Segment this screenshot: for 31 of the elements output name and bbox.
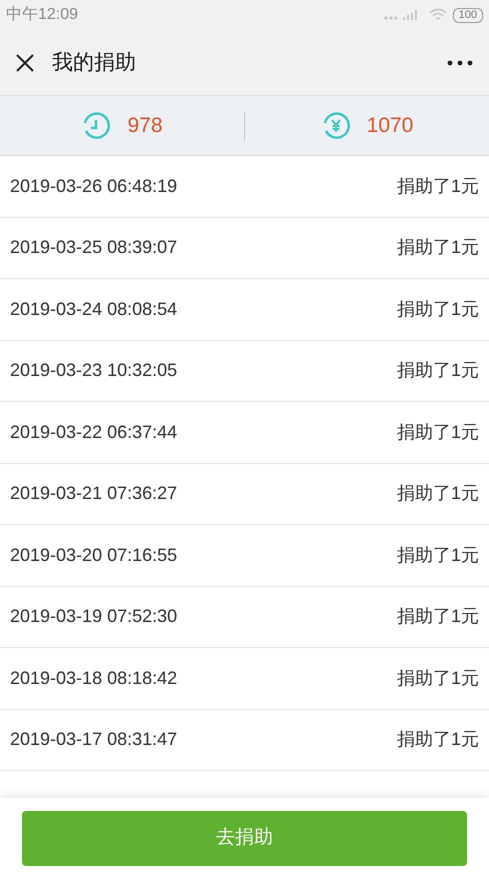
donation-time: 2019-03-19 07:52:30 bbox=[10, 605, 178, 628]
clock-icon bbox=[81, 110, 112, 140]
status-time: 中午12:09 bbox=[6, 4, 78, 25]
donation-amount: 捐助了1元 bbox=[396, 236, 479, 260]
donation-amount: 捐助了1元 bbox=[396, 359, 479, 382]
battery-indicator: 100 bbox=[452, 8, 483, 22]
donation-amount: 捐助了1元 bbox=[396, 666, 479, 690]
more-icon bbox=[447, 60, 473, 66]
donation-time: 2019-03-20 07:16:55 bbox=[10, 544, 178, 567]
donation-time: 2019-03-18 08:18:42 bbox=[10, 666, 178, 690]
donation-amount: 捐助了1元 bbox=[396, 298, 479, 321]
donation-time: 2019-03-24 08:08:54 bbox=[10, 298, 178, 321]
stat-value: 978 bbox=[127, 112, 163, 139]
donation-time: 2019-03-25 08:39:07 bbox=[10, 236, 178, 260]
close-icon bbox=[15, 52, 35, 72]
donation-amount: 捐助了1元 bbox=[396, 174, 479, 198]
wifi-icon bbox=[428, 8, 447, 22]
donation-amount: 捐助了1元 bbox=[396, 544, 479, 567]
page-title: 我的捐助 bbox=[52, 50, 136, 76]
donation-time: 2019-03-17 08:31:47 bbox=[10, 728, 178, 752]
donation-time: 2019-03-26 06:48:19 bbox=[10, 174, 178, 198]
donation-amount: 捐助了1元 bbox=[396, 420, 479, 444]
donation-amount: 捐助了1元 bbox=[396, 605, 479, 628]
donation-time: 2019-03-22 06:37:44 bbox=[10, 420, 178, 444]
stat-value: 1070 bbox=[366, 112, 414, 139]
donation-amount: 捐助了1元 bbox=[396, 482, 479, 506]
donation-amount: 捐助了1元 bbox=[396, 728, 479, 752]
donation-time: 2019-03-21 07:36:27 bbox=[10, 482, 178, 506]
close-button[interactable] bbox=[14, 52, 36, 74]
donate-button[interactable]: 去捐助 bbox=[22, 810, 467, 866]
donation-time: 2019-03-23 10:32:05 bbox=[10, 359, 178, 382]
